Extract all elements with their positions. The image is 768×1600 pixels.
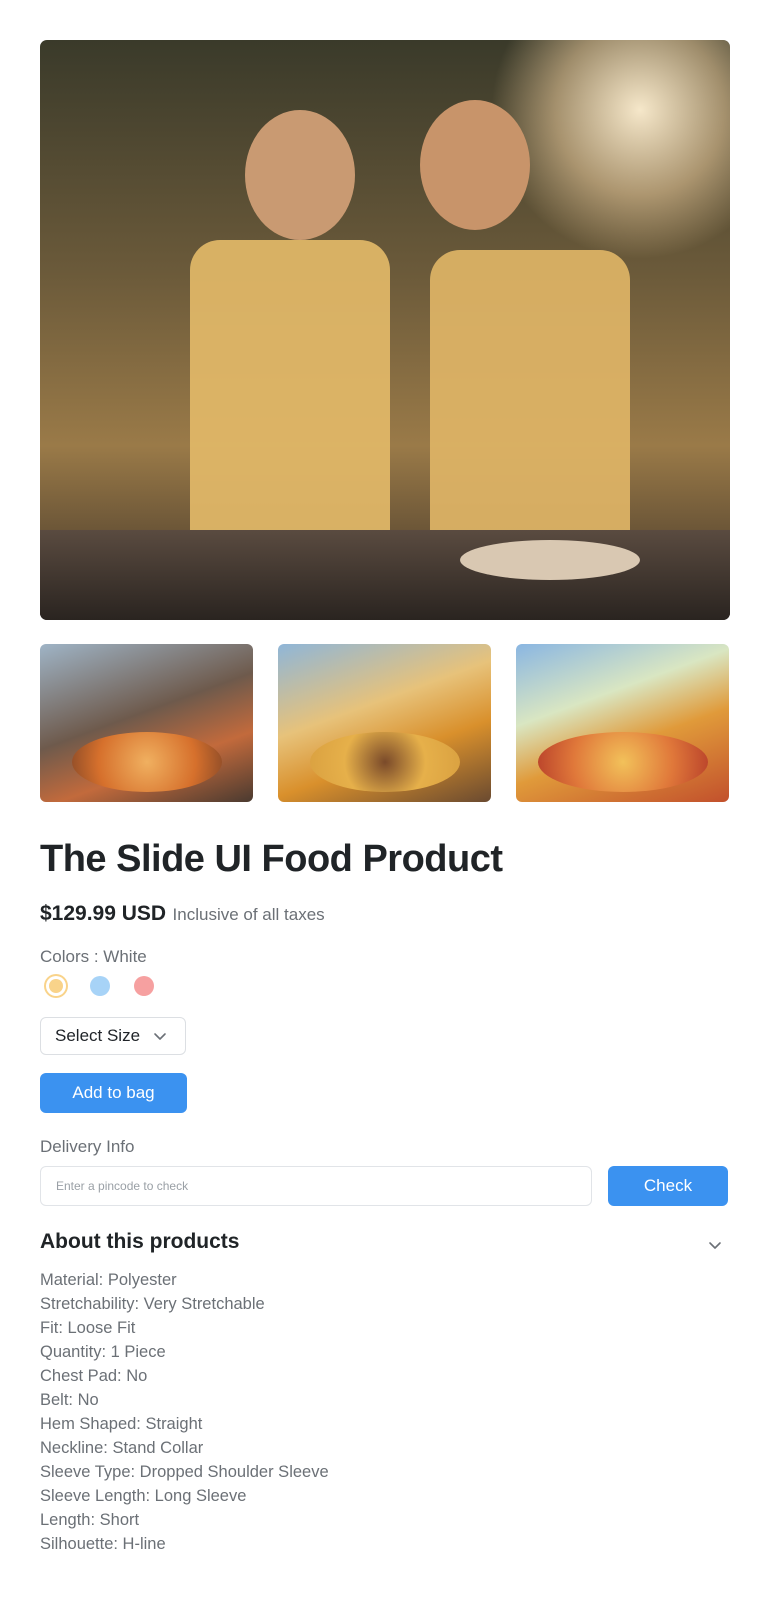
thumbnail-1[interactable] (40, 644, 253, 802)
add-to-bag-button[interactable]: Add to bag (40, 1073, 187, 1113)
spec-item: Silhouette: H-line (40, 1535, 166, 1553)
check-button[interactable]: Check (608, 1166, 728, 1206)
product-title: The Slide UI Food Product (40, 838, 503, 880)
product-page: The Slide UI Food Product $129.99 USD In… (0, 0, 768, 1600)
spec-item: Sleeve Length: Long Sleeve (40, 1487, 247, 1505)
main-product-image (40, 40, 730, 620)
color-swatch-yellow[interactable] (49, 979, 63, 993)
color-swatch-red[interactable] (134, 976, 154, 996)
spec-item: Chest Pad: No (40, 1367, 148, 1385)
product-price: $129.99 USD (40, 902, 167, 925)
thumbnail-3[interactable] (516, 644, 729, 802)
price-row: $129.99 USD Inclusive of all taxes (40, 902, 325, 926)
spec-item: Quantity: 1 Piece (40, 1343, 166, 1361)
spec-item: Hem Shaped: Straight (40, 1415, 203, 1433)
size-select-label: Select Size (55, 1026, 141, 1045)
spec-item: Belt: No (40, 1391, 99, 1409)
spec-item: Neckline: Stand Collar (40, 1439, 204, 1457)
spec-item: Material: Polyester (40, 1271, 177, 1289)
colors-label: Colors : White (40, 947, 147, 966)
tax-note: Inclusive of all taxes (172, 905, 325, 924)
about-title: About this products (40, 1230, 240, 1253)
size-select[interactable]: Select Size (40, 1017, 186, 1055)
chevron-down-icon[interactable] (706, 1236, 724, 1254)
spec-item: Length: Short (40, 1511, 140, 1529)
thumbnail-2[interactable] (278, 644, 491, 802)
spec-item: Sleeve Type: Dropped Shoulder Sleeve (40, 1463, 329, 1481)
color-swatch-blue[interactable] (90, 976, 110, 996)
spec-list: Material: Polyester Stretchability: Very… (40, 1268, 329, 1556)
chevron-down-icon (154, 1033, 166, 1040)
pincode-input[interactable] (40, 1166, 592, 1206)
spec-item: Fit: Loose Fit (40, 1319, 136, 1337)
delivery-info-label: Delivery Info (40, 1137, 135, 1156)
spec-item: Stretchability: Very Stretchable (40, 1295, 265, 1313)
